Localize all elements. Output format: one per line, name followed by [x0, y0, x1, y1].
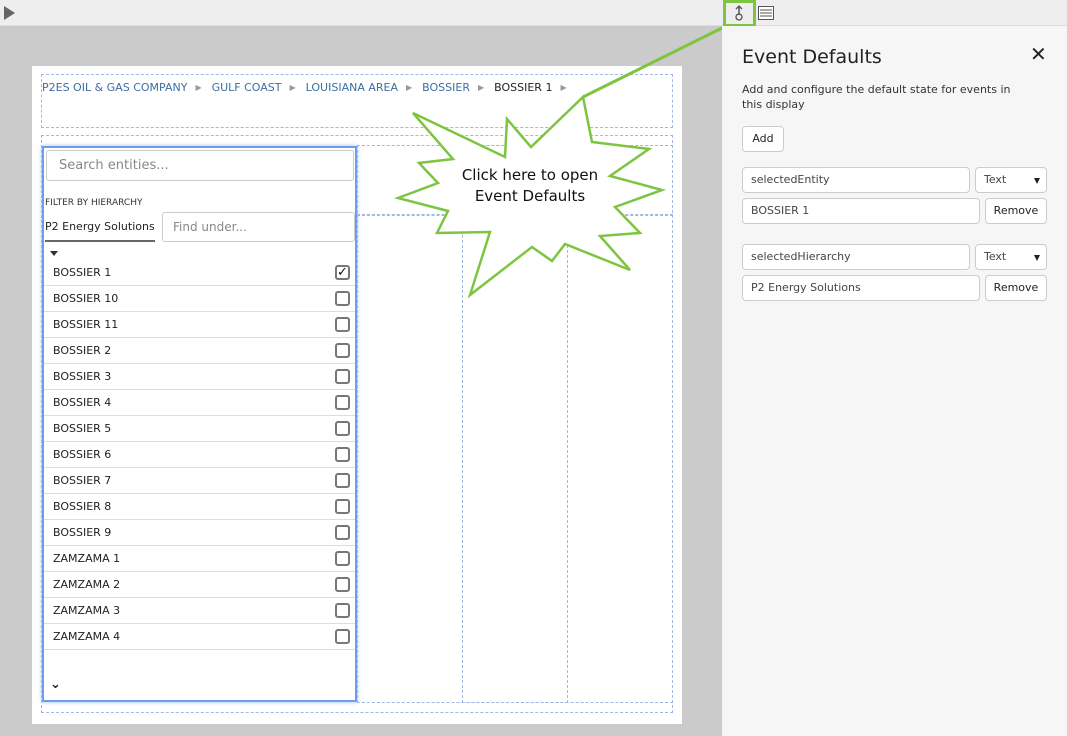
event-type-value: Text — [984, 250, 1007, 263]
event-name-input[interactable]: selectedEntity — [742, 167, 970, 193]
callout-line-2: Event Defaults — [474, 187, 586, 205]
highlight-box — [723, 0, 756, 27]
caret-down-icon — [1034, 178, 1040, 184]
list-item-label: BOSSIER 5 — [53, 422, 112, 435]
checkbox[interactable] — [335, 629, 350, 644]
remove-button[interactable]: Remove — [985, 198, 1047, 224]
checkbox[interactable] — [335, 447, 350, 462]
close-icon[interactable]: ✕ — [1030, 42, 1047, 66]
checkbox[interactable] — [335, 343, 350, 358]
checkbox[interactable] — [335, 551, 350, 566]
add-button[interactable]: Add — [742, 126, 784, 152]
hierarchy-select[interactable]: P2 Energy Solutions — [45, 214, 155, 256]
crumb[interactable]: P2ES OIL & GAS COMPANY — [42, 81, 187, 95]
breadcrumb: P2ES OIL & GAS COMPANY ▶ GULF COAST ▶ LOUI… — [42, 81, 577, 95]
callout-text: Click here to open Event Defaults — [450, 165, 610, 207]
list-item[interactable]: BOSSIER 2 — [44, 338, 355, 364]
remove-button[interactable]: Remove — [985, 275, 1047, 301]
checkbox[interactable] — [335, 473, 350, 488]
list-item-label: BOSSIER 4 — [53, 396, 112, 409]
caret-down-icon — [50, 250, 58, 256]
list-item-label: BOSSIER 8 — [53, 500, 112, 513]
chevron-right-icon[interactable]: ▶ — [560, 81, 566, 95]
checkbox[interactable] — [335, 577, 350, 592]
top-toolbar — [0, 0, 1067, 27]
crumb[interactable]: GULF COAST — [212, 81, 282, 95]
checkbox[interactable] — [335, 291, 350, 306]
chevron-down-icon[interactable]: ⌄ — [50, 677, 61, 692]
list-item[interactable]: BOSSIER 4 — [44, 390, 355, 416]
checkbox[interactable] — [335, 603, 350, 618]
event-type-value: Text — [984, 173, 1007, 186]
checkbox[interactable] — [335, 317, 350, 332]
list-item-label: BOSSIER 10 — [53, 292, 119, 305]
event-value-input[interactable]: P2 Energy Solutions — [742, 275, 980, 301]
list-item-label: ZAMZAMA 3 — [53, 604, 121, 617]
find-under-input[interactable]: Find under... — [162, 212, 355, 242]
panel-description: Add and configure the default state for … — [742, 83, 1011, 111]
list-item[interactable]: BOSSIER 11 — [44, 312, 355, 338]
chevron-right-icon: ▶ — [477, 83, 485, 92]
list-item-label: BOSSIER 3 — [53, 370, 112, 383]
list-item[interactable]: BOSSIER 5 — [44, 416, 355, 442]
entity-picker: Search entities... FILTER BY HIERARCHY P… — [42, 146, 357, 702]
column-region — [462, 145, 568, 703]
panel-title: Event Defaults — [742, 46, 882, 68]
caret-down-icon — [1034, 255, 1040, 261]
list-item[interactable]: BOSSIER 6 — [44, 442, 355, 468]
list-item[interactable]: BOSSIER 1 ✓ — [44, 260, 355, 286]
event-defaults-panel: Event Defaults ✕ Add and configure the d… — [722, 26, 1067, 736]
list-item-label: BOSSIER 11 — [53, 318, 119, 331]
list-item[interactable]: ZAMZAMA 4 — [44, 624, 355, 650]
list-item-label: ZAMZAMA 2 — [53, 578, 121, 591]
play-icon[interactable] — [4, 6, 15, 20]
entity-list: BOSSIER 1 ✓ BOSSIER 10 BOSSIER 11 BOSSIER 2 B… — [44, 260, 355, 650]
chevron-right-icon: ▶ — [289, 83, 296, 92]
checkbox[interactable] — [335, 369, 350, 384]
checkbox[interactable] — [335, 525, 350, 540]
list-item-label: BOSSIER 2 — [53, 344, 112, 357]
crumb-current: BOSSIER 1 — [494, 81, 553, 94]
list-icon[interactable] — [755, 2, 777, 24]
event-value-input[interactable]: BOSSIER 1 — [742, 198, 980, 224]
event-type-select[interactable]: Text — [975, 167, 1047, 193]
list-item[interactable]: BOSSIER 10 — [44, 286, 355, 312]
list-item[interactable]: BOSSIER 3 — [44, 364, 355, 390]
list-item-label: BOSSIER 7 — [53, 474, 112, 487]
checkbox[interactable] — [335, 499, 350, 514]
checkbox[interactable] — [335, 395, 350, 410]
event-type-select[interactable]: Text — [975, 244, 1047, 270]
list-item-label: ZAMZAMA 4 — [53, 630, 121, 643]
list-item-label: BOSSIER 1 — [53, 266, 112, 279]
list-item[interactable]: BOSSIER 8 — [44, 494, 355, 520]
list-item-label: BOSSIER 6 — [53, 448, 112, 461]
crumb[interactable]: BOSSIER — [422, 81, 470, 95]
filter-label: FILTER BY HIERARCHY — [45, 198, 143, 208]
checkbox-checked[interactable]: ✓ — [335, 265, 350, 280]
list-item-label: BOSSIER 9 — [53, 526, 112, 539]
checkbox[interactable] — [335, 421, 350, 436]
callout-line-1: Click here to open — [461, 166, 599, 184]
event-name-input[interactable]: selectedHierarchy — [742, 244, 970, 270]
list-item[interactable]: ZAMZAMA 3 — [44, 598, 355, 624]
list-item[interactable]: ZAMZAMA 2 — [44, 572, 355, 598]
list-item-label: ZAMZAMA 1 — [53, 552, 121, 565]
hierarchy-value: P2 Energy Solutions — [45, 220, 155, 233]
search-input[interactable]: Search entities... — [46, 150, 354, 181]
list-item[interactable]: BOSSIER 9 — [44, 520, 355, 546]
list-item[interactable]: ZAMZAMA 1 — [44, 546, 355, 572]
list-item[interactable]: BOSSIER 7 — [44, 468, 355, 494]
chevron-right-icon: ▶ — [195, 83, 202, 92]
chevron-right-icon: ▶ — [406, 83, 413, 92]
crumb[interactable]: LOUISIANA AREA — [306, 81, 398, 95]
